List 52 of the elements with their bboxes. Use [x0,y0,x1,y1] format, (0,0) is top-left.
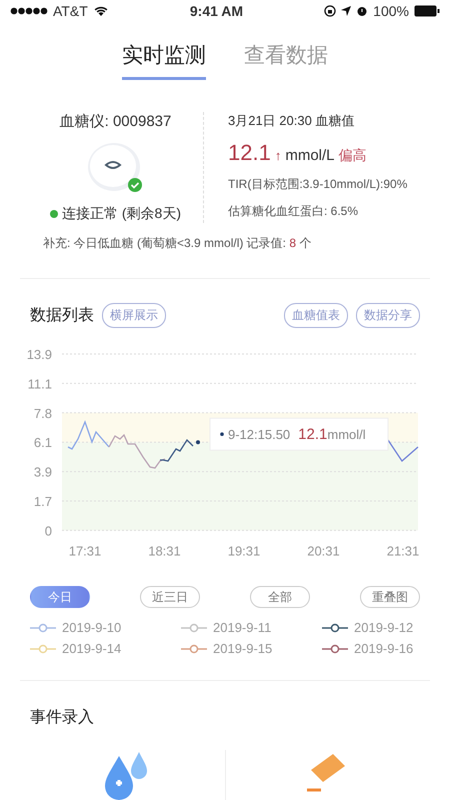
carrier-name: AT&T [53,2,88,18]
axis-label: 3.9 [34,464,52,480]
axis-label: 17:31 [68,543,102,558]
action-button[interactable]: 数据分享 [356,303,420,328]
signal-icon [10,6,48,14]
axis-label: 6.1 [34,435,52,450]
range-filter[interactable]: 重叠图 [360,586,420,608]
axis-label: 21:31 [386,543,420,558]
hba1c-value: 估算糖化血红蛋白: 6.5% [228,203,360,220]
device-id: 血糖仪: 0009837 [60,112,172,131]
rotation-lock-icon [324,4,336,16]
battery-icon [414,4,440,16]
landscape-button[interactable]: 横屏展示 [102,303,166,328]
legend-label: 2019-9-11 [213,620,272,635]
tab[interactable]: 查看数据 [244,41,328,80]
range-filter[interactable]: 今日 [30,586,90,608]
axis-label: 1.7 [34,494,52,509]
axis-label: 11.1 [28,376,52,392]
glucose-unit: mmol/L [285,147,335,164]
tir-value: TIR(目标范围:3.9-10mmol/L):90% [228,176,408,193]
location-arrow-icon [341,6,352,16]
axis-label: 18:31 [148,543,181,558]
battery-percentage: 100% [373,2,409,18]
action-button[interactable]: 血糖值表 [284,303,348,328]
glucose-line [387,440,418,462]
axis-label: 19:31 [228,543,260,558]
connection-status: 连接正常 (剩余8天) [62,205,181,223]
legend-label: 2019-9-15 [213,641,272,656]
legend-label: 2019-9-12 [354,620,414,635]
axis-label: 7.8 [34,406,52,421]
wifi-icon [92,4,109,16]
high-label: 偏高 [338,147,367,165]
clock-time: 9:41 AM [190,2,244,18]
range-filter[interactable]: 近三日 [140,586,200,608]
alarm-clock-icon [356,4,368,16]
hypoglycemia-note: 补充: 今日低血糖 (葡萄糖<3.9 mmol/l) 记录值: 8 个 [43,236,312,250]
glucose-value: 12.1 [228,140,271,166]
data-point [196,440,200,444]
legend-label: 2019-9-16 [354,641,414,656]
axis-label: 0 [44,523,52,538]
section-title: 数据列表 [30,306,94,326]
glucose-line [68,420,110,450]
section-title: 事件录入 [30,709,94,726]
tab[interactable]: 实时监测 [122,41,206,80]
chart-tooltip: 9-12:15.50 12.1mmol/l [210,418,388,451]
reading-time: 3月21日 20:30 血糖值 [228,112,356,130]
range-filter[interactable]: 全部 [250,586,310,608]
legend-label: 2019-9-14 [62,641,122,656]
axis-label: 20:31 [307,543,340,558]
trend-arrow: ↑ [274,148,282,163]
axis-label: 13.9 [26,347,52,362]
legend-label: 2019-9-10 [62,620,122,635]
